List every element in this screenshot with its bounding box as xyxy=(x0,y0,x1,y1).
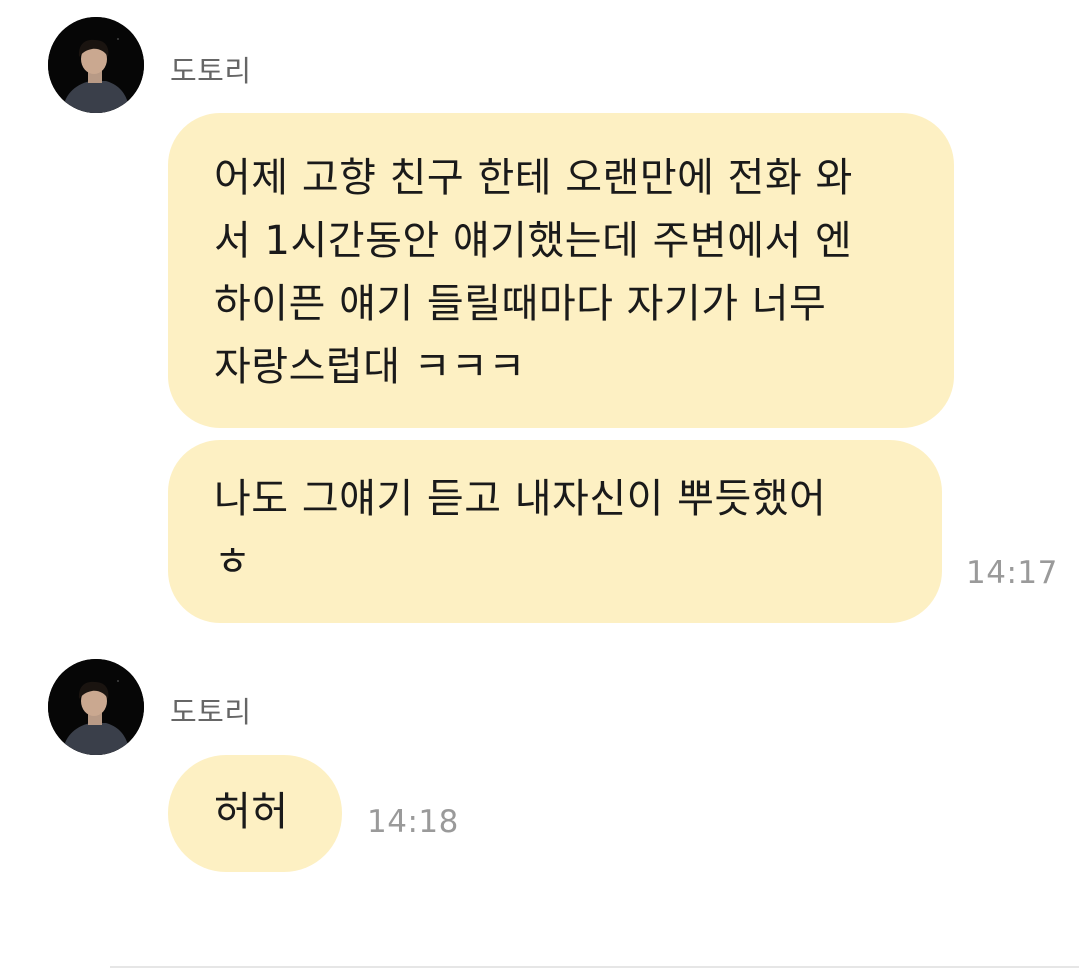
avatar-photo xyxy=(48,659,144,755)
message-timestamp: 14:18 xyxy=(367,804,459,840)
message-text: 허허 xyxy=(214,789,289,835)
avatar[interactable] xyxy=(48,659,144,755)
sender-name: 도토리 xyxy=(170,695,252,729)
message-text: 어제 고향 친구 한테 오랜만에 전화 와 서 1시간동안 얘기했는데 주변에서… xyxy=(214,155,853,390)
avatar[interactable] xyxy=(48,17,144,113)
message-timestamp: 14:17 xyxy=(966,555,1058,591)
sender-name: 도토리 xyxy=(170,54,252,88)
bottom-divider xyxy=(110,966,1079,968)
message-text: 나도 그얘기 듣고 내자신이 뿌듯했어 ㅎ xyxy=(214,476,827,585)
avatar-photo xyxy=(48,17,144,113)
message-bubble[interactable]: 나도 그얘기 듣고 내자신이 뿌듯했어 ㅎ xyxy=(168,440,942,623)
message-bubble[interactable]: 허허 xyxy=(168,755,342,872)
message-bubble[interactable]: 어제 고향 친구 한테 오랜만에 전화 와 서 1시간동안 얘기했는데 주변에서… xyxy=(168,113,954,428)
